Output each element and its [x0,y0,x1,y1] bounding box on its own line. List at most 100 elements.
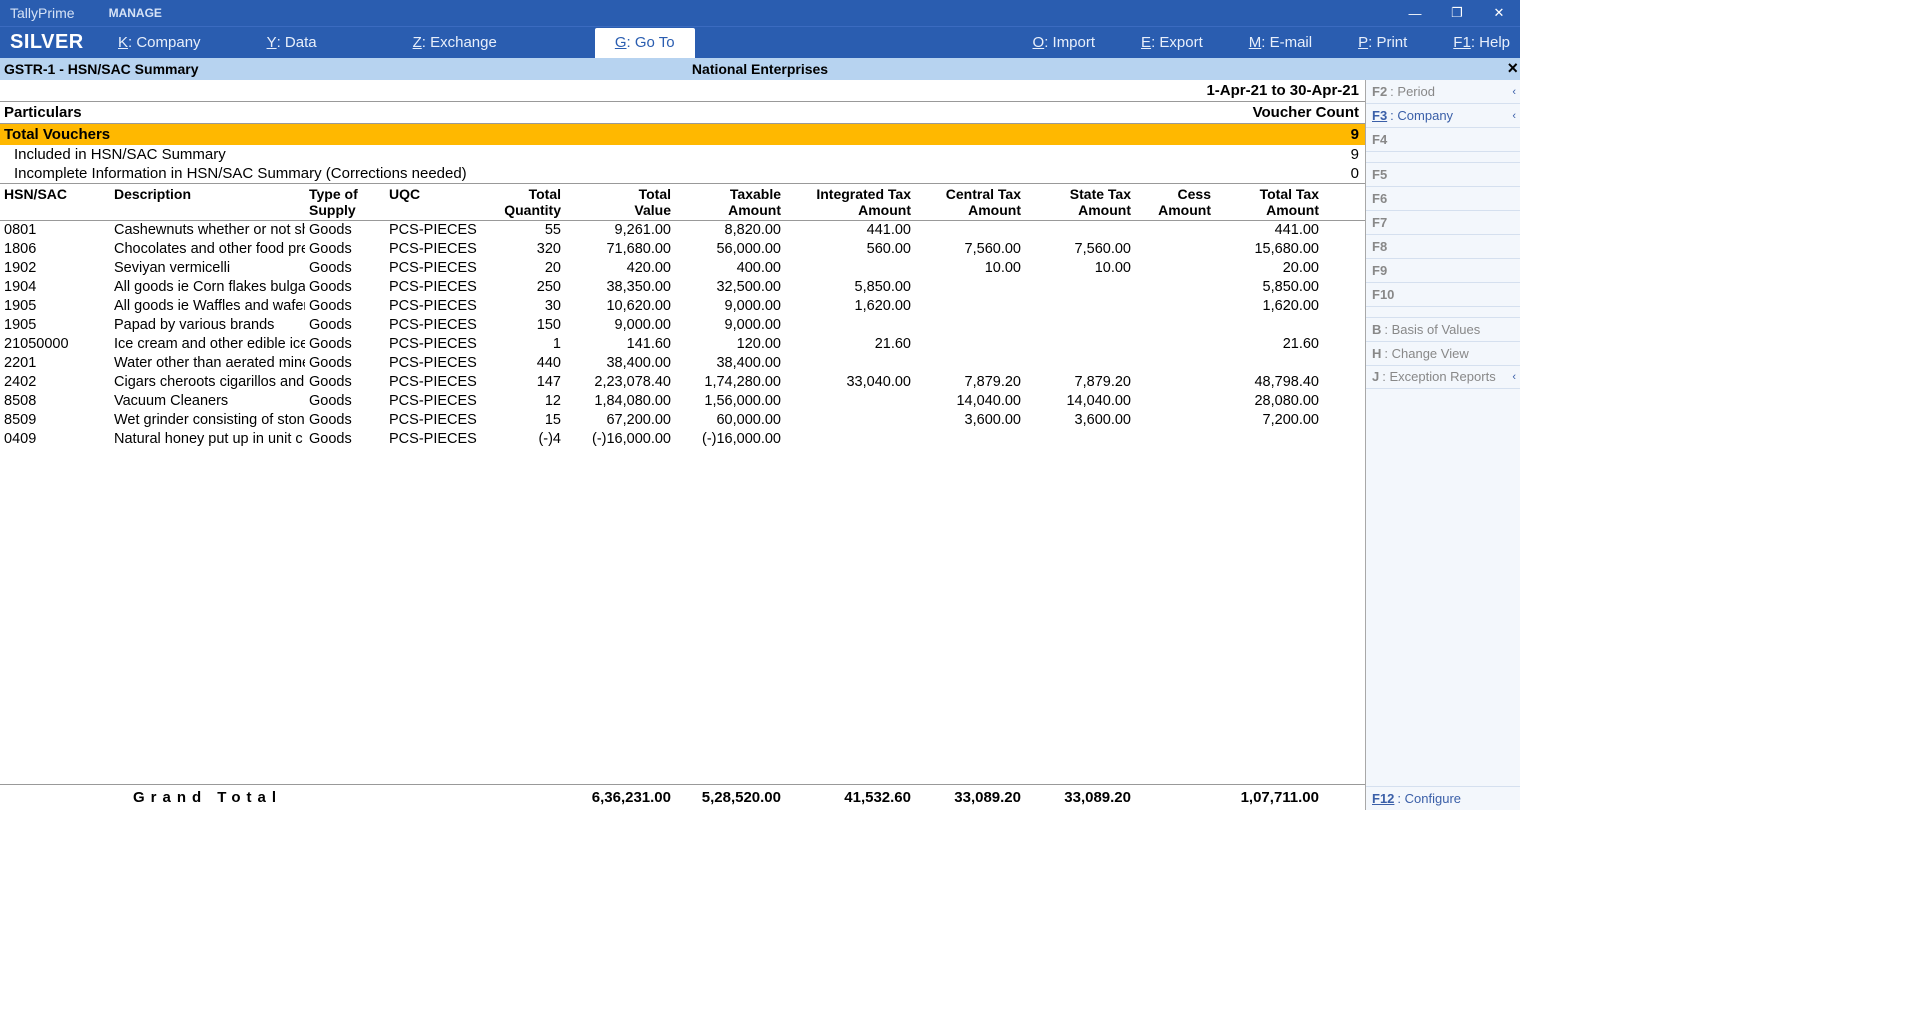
table-row[interactable]: 1806Chocolates and other food prepGoodsP… [0,240,1365,259]
cell-stax: 7,560.00 [1025,240,1135,259]
topmenu-import[interactable]: O: Import [1025,28,1104,58]
side-f5: F5 [1366,162,1520,187]
cell-itax: 21.60 [785,335,915,354]
cell-itax: 560.00 [785,240,915,259]
cell-cess [1135,335,1215,354]
topmenu-exchange[interactable]: Z: Exchange [405,28,505,58]
cell-desc: All goods ie Waffles and wafer [110,297,305,316]
side-f3-company[interactable]: F3: Company‹ [1366,104,1520,128]
grand-total-row: Grand Total 6,36,231.00 5,28,520.00 41,5… [0,784,1365,810]
cell-uqc: PCS-PIECES [385,335,485,354]
cell-val: 71,680.00 [565,240,675,259]
cell-stax [1025,221,1135,240]
cell-qty: 30 [485,297,565,316]
incomplete-label: Incomplete Information in HSN/SAC Summar… [14,165,1351,182]
cell-cess [1135,259,1215,278]
report-area: 1-Apr-21 to 30-Apr-21 Particulars Vouche… [0,80,1366,810]
cell-val: 10,620.00 [565,297,675,316]
topmenu-export[interactable]: E: Export [1133,28,1211,58]
col-total-tax: Total TaxAmount [1215,186,1323,218]
side-change-view[interactable]: H: Change View [1366,342,1520,366]
cell-taxv: 38,400.00 [675,354,785,373]
table-row[interactable]: 8508Vacuum CleanersGoodsPCS-PIECES121,84… [0,392,1365,411]
topmenu-e-mail[interactable]: M: E-mail [1241,28,1320,58]
table-row[interactable]: 0801Cashewnuts whether or not shelGoodsP… [0,221,1365,240]
cell-val: 9,261.00 [565,221,675,240]
topmenu-company[interactable]: K: Company [110,28,209,58]
side-exception-reports[interactable]: J: Exception Reports‹ [1366,366,1520,389]
cell-cess [1135,373,1215,392]
cell-tot: 15,680.00 [1215,240,1323,259]
cell-taxv: 9,000.00 [675,297,785,316]
cell-stax [1025,335,1135,354]
table-row[interactable]: 1905Papad by various brandsGoodsPCS-PIEC… [0,316,1365,335]
cell-stax: 10.00 [1025,259,1135,278]
col-type: Type ofSupply [305,186,385,218]
close-window-button[interactable]: ✕ [1478,0,1520,26]
side-f10: F10 [1366,283,1520,307]
side-f2-period[interactable]: F2: Period‹ [1366,80,1520,104]
cell-itax [785,316,915,335]
cell-hsn: 1902 [0,259,110,278]
cell-desc: Water other than aerated miner [110,354,305,373]
cell-qty: 15 [485,411,565,430]
close-report-icon[interactable]: × [1507,58,1518,79]
cell-taxv: 120.00 [675,335,785,354]
cell-val: 1,84,080.00 [565,392,675,411]
side-panel: F2: Period‹ F3: Company‹ F4 F5 F6 F7 F8 … [1366,80,1520,810]
table-row[interactable]: 8509Wet grinder consisting of stonGoodsP… [0,411,1365,430]
cell-stax: 7,879.20 [1025,373,1135,392]
table-row[interactable]: 0409Natural honey put up in unit cGoodsP… [0,430,1365,449]
chevron-left-icon: ‹ [1512,370,1516,384]
cell-ctax [915,316,1025,335]
topmenu-data[interactable]: Y: Data [259,28,325,58]
grand-sgst: 33,089.20 [1025,789,1135,806]
cell-uqc: PCS-PIECES [385,411,485,430]
cell-type: Goods [305,221,385,240]
cell-hsn: 21050000 [0,335,110,354]
edition-label: SILVER [0,31,110,54]
included-row[interactable]: Included in HSN/SAC Summary 9 [0,145,1365,164]
table-row[interactable]: 1904All goods ie Corn flakes bulgaGoodsP… [0,278,1365,297]
cell-qty: 147 [485,373,565,392]
minimize-button[interactable]: — [1394,0,1436,26]
cell-type: Goods [305,259,385,278]
col-uqc: UQC [385,186,485,218]
cell-itax [785,354,915,373]
cell-taxv: 400.00 [675,259,785,278]
side-f8: F8 [1366,235,1520,259]
cell-taxv: 56,000.00 [675,240,785,259]
total-vouchers-row[interactable]: Total Vouchers 9 [0,124,1365,145]
manage-label[interactable]: MANAGE [109,6,162,20]
product-name: TallyPrime [10,5,75,21]
cell-cess [1135,297,1215,316]
col-igst: Integrated TaxAmount [785,186,915,218]
table-row[interactable]: 2402Cigars cheroots cigarillos andGoodsP… [0,373,1365,392]
topmenu-go to[interactable]: G: Go To [595,28,695,58]
cell-val: 38,400.00 [565,354,675,373]
side-f12-configure[interactable]: F12: Configure [1366,786,1520,810]
cell-uqc: PCS-PIECES [385,392,485,411]
table-row[interactable]: 21050000Ice cream and other edible iceGo… [0,335,1365,354]
topmenu-print[interactable]: P: Print [1350,28,1415,58]
cell-qty: (-)4 [485,430,565,449]
cell-qty: 150 [485,316,565,335]
incomplete-row[interactable]: Incomplete Information in HSN/SAC Summar… [0,164,1365,183]
cell-val: 2,23,078.40 [565,373,675,392]
maximize-button[interactable]: ❐ [1436,0,1478,26]
total-vouchers-label: Total Vouchers [4,126,1351,143]
col-cess: CessAmount [1135,186,1215,218]
cell-desc: Chocolates and other food prep [110,240,305,259]
cell-taxv: 32,500.00 [675,278,785,297]
topmenu-help[interactable]: F1: Help [1445,28,1518,58]
table-row[interactable]: 2201Water other than aerated minerGoodsP… [0,354,1365,373]
cell-uqc: PCS-PIECES [385,373,485,392]
table-row[interactable]: 1905All goods ie Waffles and waferGoodsP… [0,297,1365,316]
table-row[interactable]: 1902Seviyan vermicelliGoodsPCS-PIECES204… [0,259,1365,278]
cell-hsn: 1806 [0,240,110,259]
cell-type: Goods [305,373,385,392]
cell-type: Goods [305,240,385,259]
cell-hsn: 1904 [0,278,110,297]
cell-tot: 48,798.40 [1215,373,1323,392]
side-basis-of-values[interactable]: B: Basis of Values [1366,317,1520,342]
